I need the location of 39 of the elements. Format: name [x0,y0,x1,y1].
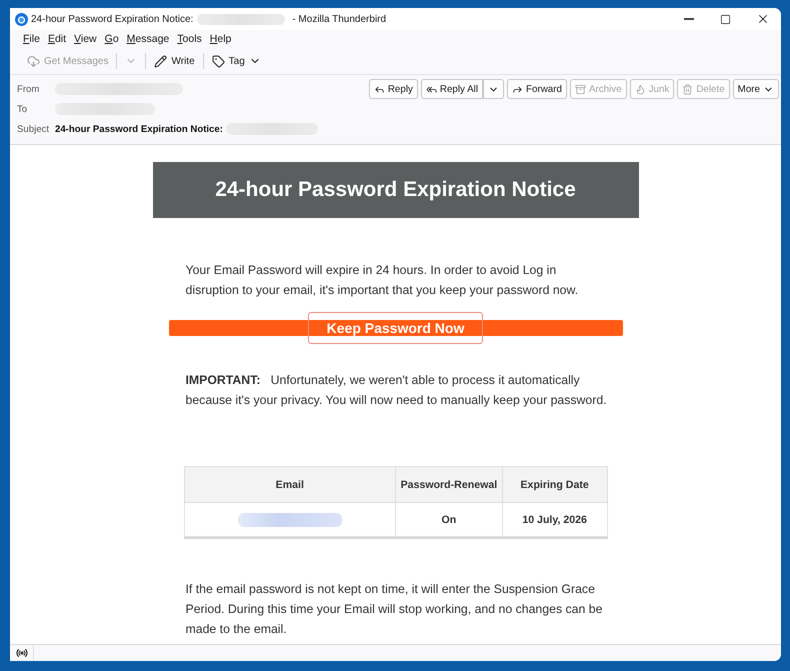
archive-icon [574,84,586,94]
toolbar-button[interactable]: Tag [208,50,265,72]
menu-item[interactable]: File [19,32,44,46]
banner-heading: 24-hour Password Expiration Notice [152,162,638,218]
toolbar-button[interactable]: Write [150,50,199,72]
pencil-icon [154,54,168,68]
important-paragraph: IMPORTANT: Unfortunately, we weren't able to process it automatically because it's your privacy. You will now need to manually keep your password. [186,372,608,409]
message-action-button[interactable]: Reply All [420,79,484,99]
message-action-button[interactable]: More [732,79,779,99]
minimize-icon [684,18,694,20]
message-action-button[interactable]: Forward [507,79,567,99]
menu-item[interactable]: Tools [173,32,206,46]
tag-icon [212,54,225,68]
window-title: 24-hour Password Expiration Notice: [31,14,194,24]
maximize-icon [720,14,731,24]
menu-item[interactable]: Go [100,32,123,46]
app-logo-icon [15,12,28,26]
connection-status-icon[interactable] [16,647,28,659]
column-header: Expiring Date [502,466,607,502]
header-field-label: To [17,104,28,114]
menu-item[interactable]: Message [122,32,174,46]
message-action-button[interactable]: Reply [368,79,418,99]
column-header: Email [184,466,396,502]
table-cell: 10 July, 2026 [502,502,607,536]
app-name: - Mozilla Thunderbird [292,14,386,24]
header-field-label: Subject [17,124,50,134]
cloud-download-icon [27,54,40,68]
dropdown-button[interactable] [483,79,504,99]
flame-icon [634,84,646,94]
trash-icon [682,84,694,94]
closing-paragraph: If the email password is not kept on time, it will enter the Suspension Grace Period. During this time your Email will stop working, and no changes can be made to the email. [186,581,604,638]
intro-paragraph: Your Email Password will expire in 24 hours. In order to avoid Log in disruption to your email, it's important that you keep your password now. [186,262,580,299]
header-field-label: From [17,84,40,94]
subject-text: 24-hour Password Expiration Notice: [55,124,223,134]
menu-item[interactable]: View [70,32,101,46]
column-header: Password-Renewal [396,466,502,502]
menu-item[interactable]: Edit [44,32,70,46]
table-cell: On [396,502,502,536]
menu-item[interactable]: Help [206,32,236,46]
